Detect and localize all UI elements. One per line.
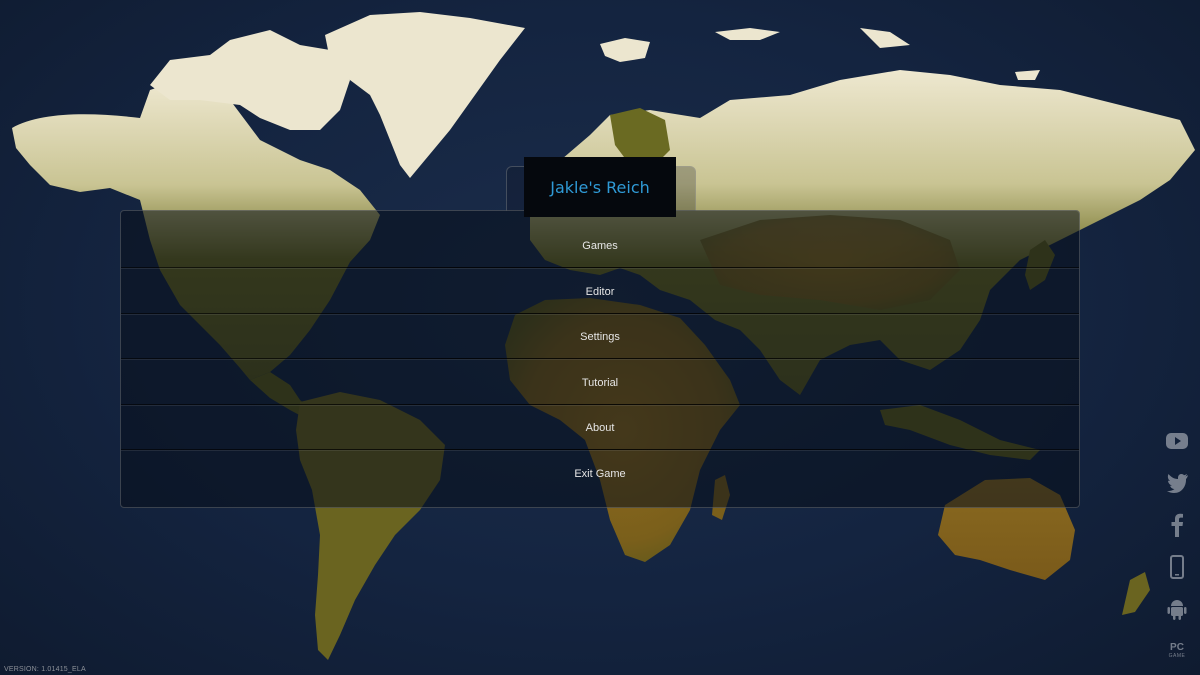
facebook-link[interactable]: [1164, 512, 1190, 538]
mobile-link[interactable]: [1164, 554, 1190, 580]
main-menu-panel: Games Editor Settings Tutorial About Exi…: [120, 210, 1080, 508]
island-iceland: [600, 38, 650, 62]
facebook-icon: [1171, 513, 1183, 537]
youtube-link[interactable]: [1164, 428, 1190, 454]
menu-item-about[interactable]: About: [121, 405, 1079, 450]
game-label: GAME: [1168, 653, 1186, 659]
youtube-icon: [1166, 433, 1188, 449]
menu-item-label: Tutorial: [581, 376, 619, 389]
menu-item-editor[interactable]: Editor: [121, 269, 1079, 314]
android-link[interactable]: [1164, 596, 1190, 622]
island-new-zealand: [1122, 572, 1150, 615]
mobile-phone-icon: [1170, 555, 1184, 579]
pc-label: PC: [1170, 642, 1184, 653]
pc-game-link[interactable]: PC GAME: [1164, 638, 1190, 664]
title-box: Jakle's Reich: [524, 157, 676, 217]
menu-item-settings[interactable]: Settings: [121, 314, 1079, 359]
menu-item-label: Games: [582, 239, 618, 252]
pc-game-icon: PC GAME: [1168, 642, 1186, 660]
arctic-archipelago-east: [715, 28, 1040, 80]
menu-item-games[interactable]: Games: [121, 223, 1079, 268]
menu-item-label: Settings: [580, 330, 620, 343]
version-label: VERSION: 1.01415_ELA: [4, 666, 86, 673]
continent-greenland: [325, 12, 525, 178]
social-links-bar: PC GAME: [1162, 428, 1192, 664]
game-title: Jakle's Reich: [550, 177, 650, 197]
twitter-link[interactable]: [1164, 470, 1190, 496]
twitter-icon: [1167, 474, 1188, 493]
menu-item-tutorial[interactable]: Tutorial: [121, 360, 1079, 405]
android-icon: [1167, 600, 1187, 620]
menu-item-label: Exit Game: [574, 467, 626, 480]
menu-item-label: About: [585, 421, 615, 434]
menu-item-exit-game[interactable]: Exit Game: [121, 451, 1079, 496]
menu-item-label: Editor: [585, 285, 615, 298]
main-menu-screen: Jakle's Reich Games Editor Settings Tuto…: [0, 0, 1200, 675]
